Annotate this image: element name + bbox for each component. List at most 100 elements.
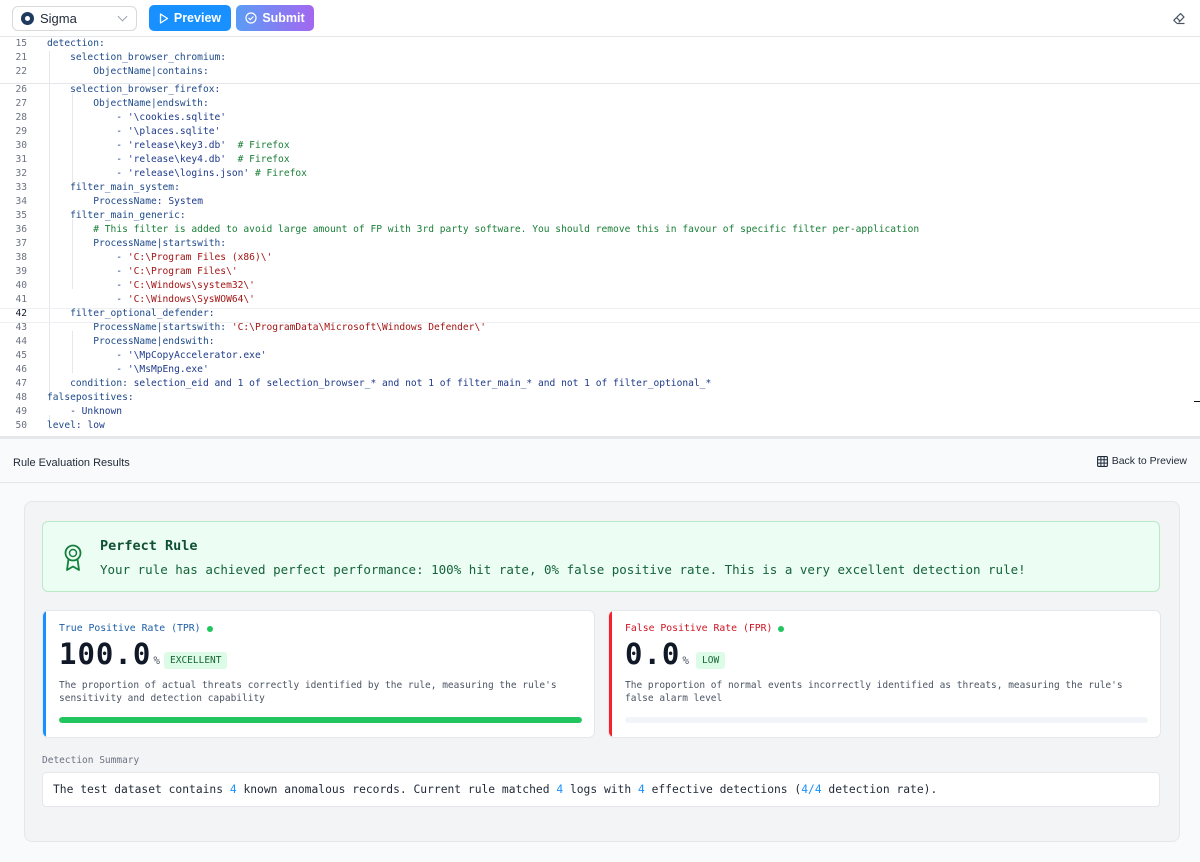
code-text: - '\cookies.sqlite' [47,112,227,123]
line-number: 44 [15,336,27,347]
line-number: 33 [15,182,27,193]
tpr-value: 100.0 [59,637,152,671]
fpr-label: False Positive Rate (FPR) [625,623,773,634]
line-number: 47 [15,378,27,389]
code-line[interactable]: 34 ProcessName: System [0,195,1200,209]
code-line[interactable]: 32 - 'release\logins.json' # Firefox [0,167,1200,181]
code-text: - 'release\logins.json' # Firefox [47,168,307,179]
line-number: 39 [15,266,27,277]
code-line[interactable]: 38 - 'C:\Program Files (x86)\' [0,251,1200,265]
tpr-label-row: True Positive Rate (TPR) [59,623,213,634]
summary-text: The test dataset contains [53,783,230,796]
chevron-down-icon [117,11,128,22]
code-line[interactable]: 49 - Unknown [0,405,1200,419]
code-text: # This filter is added to avoid large am… [93,224,920,235]
code-text: - 'C:\Program Files (x86)\' [47,252,273,263]
code-line[interactable]: 22 ObjectName|contains: [0,65,1200,79]
code-line[interactable]: 47 condition: selection_eid and 1 of sel… [0,377,1200,391]
code-text: - '\MpCopyAccelerator.exe' [47,350,267,361]
code-line[interactable]: 39 - 'C:\Program Files\' [0,265,1200,279]
status-dot-icon [206,625,213,632]
preview-button[interactable]: Preview [149,5,231,31]
code-text: condition: selection_eid and 1 of select… [70,378,712,389]
code-line[interactable]: 21 selection_browser_chromium: [0,51,1200,65]
code-line[interactable]: 27 ObjectName|endswith: [0,97,1200,111]
code-line[interactable]: 50 level: low [0,419,1200,433]
summary-text: detection rate). [821,783,938,796]
fpr-description: The proportion of normal events incorrec… [625,680,1123,704]
perfect-rule-title: Perfect Rule [100,538,198,554]
line-number: 38 [15,252,27,263]
line-number: 31 [15,154,27,165]
code-text: ProcessName: System [93,196,203,207]
code-text: ProcessName|endswith: [93,336,215,347]
language-select-value: Sigma [40,11,77,26]
summary-detection-ratio: 4/4 [801,783,822,796]
back-to-preview-label: Back to Preview [1111,455,1187,467]
summary-anomalous-count: 4 [229,783,237,796]
code-line[interactable]: 43 ProcessName|startswith: 'C:\ProgramDa… [0,321,1200,335]
code-text: - 'C:\Windows\system32\' [47,280,255,291]
line-number: 43 [15,322,27,333]
evaluation-card: Perfect Rule Your rule has achieved perf… [24,501,1180,842]
code-text: falsepositives: [47,392,134,403]
line-number: 35 [15,210,27,221]
fpr-label-row: False Positive Rate (FPR) [625,623,785,634]
code-editor[interactable]: 15 detection: 21 selection_browser_chromiu… [0,37,1200,437]
sigma-logo-icon [21,12,34,25]
code-line[interactable]: 29 - '\places.sqlite' [0,125,1200,139]
eraser-icon[interactable] [1172,11,1186,25]
code-text: filter_main_system: [70,182,180,193]
code-line[interactable]: 48 falsepositives: [0,391,1200,405]
code-text: - Unknown [47,406,123,417]
tpr-progress-fill [59,717,582,723]
tpr-description: The proportion of actual threats correct… [59,680,557,704]
code-line[interactable]: 37 ProcessName|startswith: [0,237,1200,251]
code-text: - 'release\key4.db' # Firefox [47,154,290,165]
code-line[interactable]: 30 - 'release\key3.db' # Firefox [0,139,1200,153]
line-number: 34 [15,196,27,207]
code-text: level: low [47,420,105,431]
code-text: - '\places.sqlite' [47,126,221,137]
tpr-progress-bar [59,717,582,723]
code-text: - '\MsMpEng.exe' [47,364,209,375]
fpr-value-row: 0.0% [625,637,690,671]
fpr-unit: % [682,654,691,667]
code-text: selection_browser_chromium: [70,52,227,63]
code-line[interactable]: 28 - '\cookies.sqlite' [0,111,1200,125]
toolbar: Sigma Preview Submit [0,0,1200,37]
results-panel: Rule Evaluation Results Back to Preview … [0,439,1200,862]
tpr-badge: EXCELLENT [164,652,228,669]
code-line[interactable]: 44 ProcessName|endswith: [0,335,1200,349]
tpr-accent-stripe [43,611,46,737]
code-line[interactable]: 42 filter_optional_defender: [0,307,1200,321]
submit-button[interactable]: Submit [236,5,314,31]
code-line[interactable]: 41 - 'C:\Windows\SysWOW64\' [0,293,1200,307]
summary-text: logs with [563,783,638,796]
code-line[interactable]: 46 - '\MsMpEng.exe' [0,363,1200,377]
results-header: Rule Evaluation Results Back to Preview [0,439,1200,483]
code-line[interactable]: 15 detection: [0,37,1200,51]
code-line[interactable]: 35 filter_main_generic: [0,209,1200,223]
perfect-rule-message: Your rule has achieved perfect performan… [100,562,1026,577]
summary-text: known anomalous records. Current rule ma… [236,783,557,796]
language-select[interactable]: Sigma [12,6,137,31]
code-line[interactable]: 31 - 'release\key4.db' # Firefox [0,153,1200,167]
preview-button-label: Preview [173,11,222,25]
code-line[interactable]: 40 - 'C:\Windows\system32\' [0,279,1200,293]
award-icon [64,544,82,571]
code-line[interactable]: 45 - '\MpCopyAccelerator.exe' [0,349,1200,363]
tpr-value-row: 100.0% [59,637,161,671]
line-number: 28 [15,112,27,123]
table-icon [1096,455,1108,467]
detection-summary-box: The test dataset contains 4 known anomal… [42,772,1160,807]
code-text: ProcessName|startswith: [93,238,227,249]
back-to-preview-button[interactable]: Back to Preview [1096,455,1187,467]
code-line[interactable]: 26 selection_browser_firefox: [0,83,1200,97]
results-title: Rule Evaluation Results [13,457,130,469]
code-line[interactable]: 36 # This filter is added to avoid large… [0,223,1200,237]
code-line[interactable]: 33 filter_main_system: [0,181,1200,195]
line-number: 26 [15,84,27,95]
code-text: ProcessName|startswith: 'C:\ProgramData\… [93,322,487,333]
play-icon [159,12,169,24]
